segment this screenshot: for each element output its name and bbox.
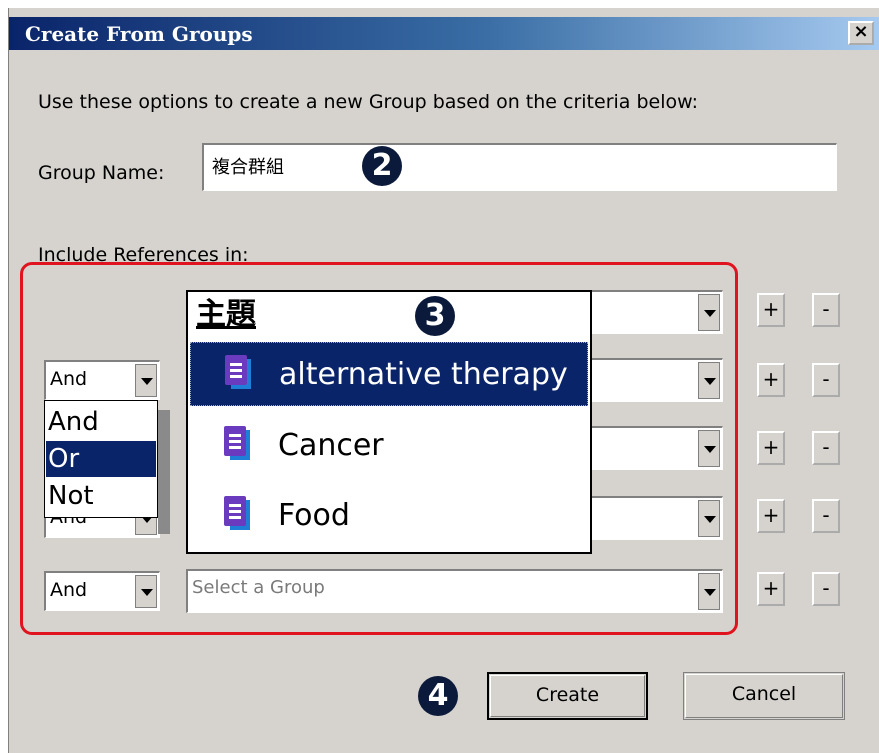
group-name-value: 複合群組 xyxy=(212,157,284,178)
group-option-cancer[interactable]: Cancer xyxy=(190,414,588,478)
group-option-label: Food xyxy=(278,498,350,533)
operator-combo-row-2[interactable]: And xyxy=(44,360,160,400)
close-button[interactable]: × xyxy=(848,21,874,45)
step-2-badge: 2 xyxy=(362,146,402,186)
chevron-down-icon[interactable] xyxy=(698,500,720,537)
remove-row-button-2[interactable]: - xyxy=(812,363,840,397)
add-row-button-3[interactable]: + xyxy=(757,431,785,465)
operator-option-not[interactable]: Not xyxy=(46,478,156,514)
group-document-icon xyxy=(225,355,251,389)
add-row-button-1[interactable]: + xyxy=(757,293,785,327)
add-row-button-5[interactable]: + xyxy=(757,572,785,606)
chevron-down-icon[interactable] xyxy=(135,575,157,608)
chevron-down-icon[interactable] xyxy=(698,573,720,610)
chevron-down-icon[interactable] xyxy=(698,294,720,331)
group-option-label: alternative therapy xyxy=(279,357,568,392)
step-3-badge: 3 xyxy=(415,296,455,336)
group-option-label: Cancer xyxy=(278,428,384,463)
group-option-alternative-therapy[interactable]: alternative therapy xyxy=(190,342,588,406)
group-combo-row-5[interactable]: Select a Group xyxy=(186,569,723,613)
operator-option-or[interactable]: Or xyxy=(46,441,156,477)
title-bar: Create From Groups × xyxy=(9,17,879,50)
chevron-down-icon[interactable] xyxy=(698,430,720,467)
group-name-label: Group Name: xyxy=(38,162,165,184)
create-button[interactable]: Create xyxy=(487,672,648,720)
operator-combo-row-5-value: And xyxy=(50,579,88,601)
chevron-down-icon[interactable] xyxy=(698,362,720,399)
remove-row-button-4[interactable]: - xyxy=(812,499,840,533)
operator-combo-row-5[interactable]: And xyxy=(44,571,160,611)
step-4-badge: 4 xyxy=(418,676,458,716)
operator-combo-row-2-value: And xyxy=(50,368,88,390)
add-row-button-2[interactable]: + xyxy=(757,363,785,397)
chevron-down-icon[interactable] xyxy=(135,364,157,397)
create-button-label: Create xyxy=(535,684,600,706)
operator-dropdown-list: And Or Not xyxy=(44,400,158,518)
add-row-button-4[interactable]: + xyxy=(757,499,785,533)
group-document-icon xyxy=(224,496,250,530)
instructions-text: Use these options to create a new Group … xyxy=(38,91,699,113)
group-name-input[interactable]: 複合群組 xyxy=(202,143,837,191)
group-dropdown-list: 主題 alternative therapy Cancer Food xyxy=(186,290,592,554)
group-option-food[interactable]: Food xyxy=(190,484,588,548)
group-folder-heading: 主題 xyxy=(196,297,256,332)
operator-option-and[interactable]: And xyxy=(46,404,156,440)
window-title: Create From Groups xyxy=(25,22,253,46)
cancel-button-label: Cancel xyxy=(731,683,797,705)
remove-row-button-5[interactable]: - xyxy=(812,572,840,606)
remove-row-button-1[interactable]: - xyxy=(812,293,840,327)
dropdown-shadow xyxy=(158,410,170,534)
group-combo-row-5-placeholder: Select a Group xyxy=(192,577,325,598)
remove-row-button-3[interactable]: - xyxy=(812,431,840,465)
cancel-button[interactable]: Cancel xyxy=(683,672,845,720)
group-document-icon xyxy=(224,426,250,460)
